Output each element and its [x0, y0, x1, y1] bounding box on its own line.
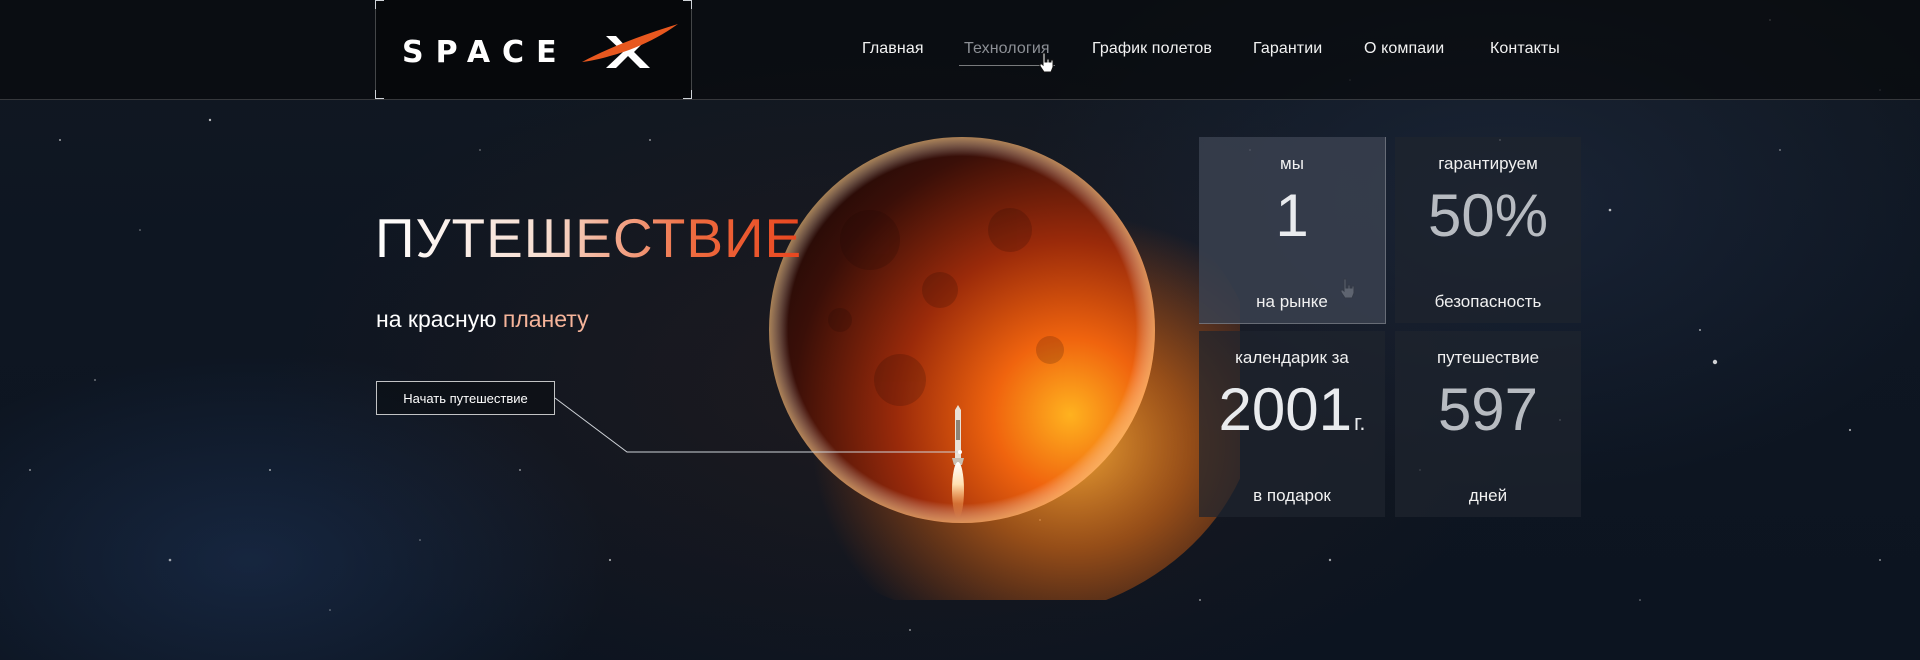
stat-value: 2001г.	[1199, 375, 1385, 458]
hero-title: ПУТЕШЕСТВИЕ	[375, 202, 802, 274]
stat-tile-calendar[interactable]: календарик за 2001г. в подарок	[1199, 331, 1385, 517]
hero-subtitle: на красную планету	[376, 306, 589, 333]
stat-bottom-label: на рынке	[1256, 292, 1328, 311]
stat-value: 50%	[1427, 182, 1549, 249]
top-navigation-bar: SPACE Главная Технология График полетов …	[0, 0, 1920, 100]
landing-page: SPACE Главная Технология График полетов …	[0, 0, 1920, 660]
stat-top-label: календарик за	[1235, 348, 1349, 367]
stat-top-label: мы	[1280, 154, 1304, 173]
nav-item-flight-schedule[interactable]: График полетов	[1092, 40, 1212, 58]
stat-tile-market[interactable]: мы 1 на рынке	[1199, 137, 1386, 324]
main-menu: Главная Технология График полетов Гарант…	[0, 40, 1920, 66]
stat-value-suffix: г.	[1354, 410, 1366, 435]
nav-item-guarantees[interactable]: Гарантии	[1253, 40, 1322, 58]
nav-item-technology[interactable]: Технология	[959, 40, 1055, 66]
stat-value-number: 2001	[1218, 376, 1353, 443]
stat-bottom-label: в подарок	[1253, 486, 1331, 505]
stat-top-label: путешествие	[1436, 348, 1540, 367]
stat-top-label: гарантируем	[1438, 154, 1538, 173]
nav-item-home[interactable]: Главная	[862, 40, 924, 58]
nav-item-contacts[interactable]: Контакты	[1490, 40, 1560, 58]
stat-tile-journey-days[interactable]: путешествие 597 дней	[1395, 331, 1581, 517]
hero-subtitle-accent: планету	[502, 306, 589, 332]
mars-planet-illustration	[740, 137, 1240, 600]
start-journey-button[interactable]: Начать путешествие	[376, 381, 555, 415]
stat-bottom-label: безопасность	[1434, 292, 1542, 311]
hero-subtitle-plain: на красную	[376, 306, 503, 332]
hand-pointer-icon	[1039, 52, 1054, 73]
stat-value: 1	[1275, 182, 1309, 249]
stat-tile-safety[interactable]: гарантируем 50% безопасность	[1395, 137, 1581, 323]
stat-value: 597	[1437, 376, 1539, 443]
nav-item-about[interactable]: О компаии	[1364, 40, 1444, 58]
stat-bottom-label: дней	[1468, 486, 1508, 505]
